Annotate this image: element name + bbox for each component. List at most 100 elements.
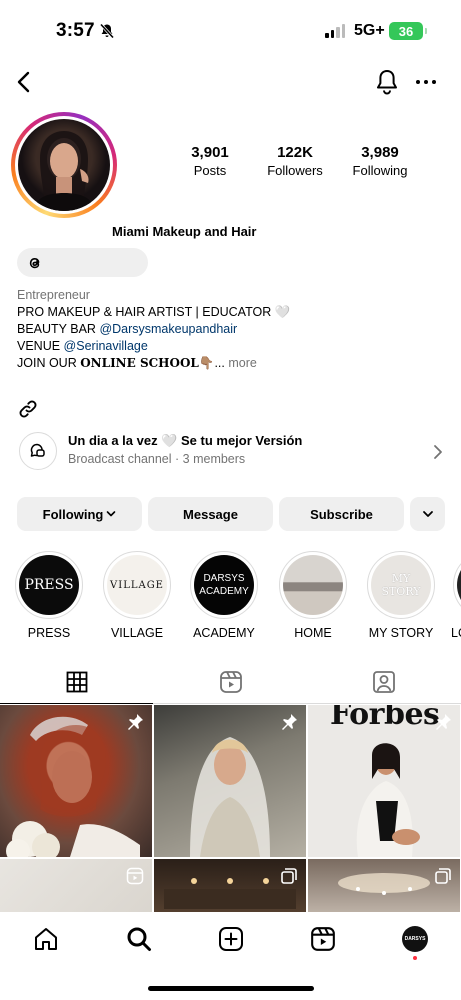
highlight-academy[interactable]: DARSYS ACADEMY ACADEMY <box>188 551 260 640</box>
highlight-label-home: HOME <box>294 626 332 640</box>
profile-mini-avatar: DARSYS <box>402 926 428 952</box>
profile-display-name: Miami Makeup and Hair <box>112 224 257 239</box>
pinned-post-icon <box>280 713 298 736</box>
grid-post-6[interactable] <box>308 859 460 912</box>
tab-posts-grid[interactable] <box>0 660 153 704</box>
tab-tagged[interactable] <box>307 660 460 704</box>
link-icon <box>19 400 37 418</box>
highlight-village[interactable]: VILLAGE VILLAGE <box>101 551 173 640</box>
profile-stats: 3,901 Posts 122K Followers 3,989 Followi… <box>170 144 420 178</box>
stat-following[interactable]: 3,989 Following <box>340 144 420 178</box>
grid-post-3[interactable]: Forbes <box>308 705 460 857</box>
highlight-cover-academy: DARSYS ACADEMY <box>194 555 254 615</box>
posts-grid: Forbes <box>0 705 461 912</box>
external-link-button[interactable] <box>17 398 39 425</box>
bio-line-3: VENUE @Serinavillage <box>17 338 447 355</box>
stat-followers[interactable]: 122K Followers <box>255 144 335 178</box>
following-button-label: Following <box>42 506 104 522</box>
message-button[interactable]: Message <box>148 497 273 531</box>
more-options-button[interactable] <box>414 70 438 99</box>
profile-actions: Following Message Subscribe <box>17 497 445 531</box>
grid-post-4[interactable] <box>0 859 152 912</box>
nav-profile[interactable]: DARSYS <box>400 924 430 954</box>
nav-search[interactable] <box>124 924 154 954</box>
following-count: 3,989 <box>361 144 399 161</box>
threads-icon <box>29 257 40 268</box>
broadcast-channel-subtitle: Broadcast channel · 3 members <box>68 452 246 466</box>
search-icon <box>127 927 151 951</box>
chevron-down-icon <box>107 511 116 517</box>
network-type: 5G+ <box>354 22 385 39</box>
stat-posts[interactable]: 3,901 Posts <box>170 144 250 178</box>
silent-mode-icon <box>99 23 115 44</box>
subscribe-button[interactable]: Subscribe <box>279 497 404 531</box>
notification-dot <box>413 956 417 960</box>
grid-post-5[interactable] <box>154 859 306 912</box>
multi-post-icon <box>280 867 298 890</box>
highlight-partial[interactable]: LO <box>451 551 461 640</box>
bio-line-4: JOIN OUR ONLINE SCHOOL👇🏽... more <box>17 355 447 372</box>
posts-label: Posts <box>193 163 227 178</box>
top-navigation <box>0 62 461 102</box>
highlight-label-partial: LO <box>451 626 461 640</box>
bio-line-2-text: BEAUTY BAR <box>17 322 100 336</box>
beauty-bar-mention-link[interactable]: @Darsysmakeupandhair <box>99 322 237 336</box>
threads-profile-badge[interactable] <box>17 248 148 277</box>
bell-icon <box>377 70 397 95</box>
reels-icon <box>219 671 242 693</box>
grid-post-1[interactable] <box>0 705 152 857</box>
subscribe-button-label: Subscribe <box>310 506 373 522</box>
tab-reels[interactable] <box>154 660 307 704</box>
bio-line-3-text: VENUE <box>17 339 64 353</box>
signal-strength-icon <box>325 24 345 38</box>
back-button[interactable] <box>10 68 36 96</box>
multi-post-icon <box>434 867 452 890</box>
profile-content-tabs <box>0 660 461 704</box>
chevron-right-icon <box>433 444 443 465</box>
highlight-cover-village: VILLAGE <box>107 555 167 615</box>
highlight-my-story[interactable]: MY STORY MY STORY <box>365 551 437 640</box>
reel-icon <box>126 867 144 890</box>
online-school-text: ONLINE SCHOOL <box>80 356 199 370</box>
bio-more-link[interactable]: more <box>228 356 256 370</box>
create-post-icon <box>219 927 243 951</box>
broadcast-channel-card[interactable]: Un dia a la vez 🤍 Se tu mejor Versión Br… <box>17 426 447 478</box>
notifications-button[interactable] <box>374 68 400 101</box>
home-indicator <box>148 986 314 991</box>
highlight-home[interactable]: HOME <box>277 551 349 640</box>
highlight-cover-press: PRESS <box>19 555 79 615</box>
highlight-press[interactable]: PRESS PRESS <box>13 551 85 640</box>
bio-line-1: PRO MAKEUP & HAIR ARTIST | EDUCATOR 🤍 <box>17 305 291 319</box>
highlight-cover-partial <box>457 555 461 615</box>
followers-count: 122K <box>277 144 313 161</box>
home-icon <box>35 928 57 950</box>
bio-category: Entrepreneur <box>17 288 90 302</box>
avatar <box>18 119 110 211</box>
highlight-label-my-story: MY STORY <box>368 626 434 640</box>
back-arrow-icon <box>17 71 30 93</box>
nav-create[interactable] <box>216 924 246 954</box>
chevron-down-icon <box>422 511 433 517</box>
profile-avatar-story-ring[interactable] <box>11 112 117 218</box>
status-bar: 3:57 5G+ 36 <box>0 0 461 62</box>
highlight-label-academy: ACADEMY <box>193 626 255 640</box>
nav-home[interactable] <box>31 924 61 954</box>
battery-level: 36 <box>398 23 414 39</box>
highlight-label-village: VILLAGE <box>110 626 164 640</box>
followers-label: Followers <box>267 163 323 178</box>
following-button[interactable]: Following <box>17 497 142 531</box>
bio-line-2: BEAUTY BAR @Darsysmakeupandhair <box>17 321 447 338</box>
broadcast-channel-icon <box>19 432 57 470</box>
suggested-accounts-button[interactable] <box>410 497 445 531</box>
battery-indicator: 36 <box>389 22 427 40</box>
venue-mention-link[interactable]: @Serinavillage <box>64 339 148 353</box>
highlight-label-press: PRESS <box>27 626 71 640</box>
following-label: Following <box>352 163 408 178</box>
bottom-navigation: DARSYS <box>0 912 461 1000</box>
pinned-post-icon <box>434 713 452 736</box>
more-horizontal-icon <box>416 80 436 84</box>
nav-reels[interactable] <box>308 924 338 954</box>
grid-post-2[interactable] <box>154 705 306 857</box>
posts-count: 3,901 <box>191 144 229 161</box>
pinned-post-icon <box>126 713 144 736</box>
